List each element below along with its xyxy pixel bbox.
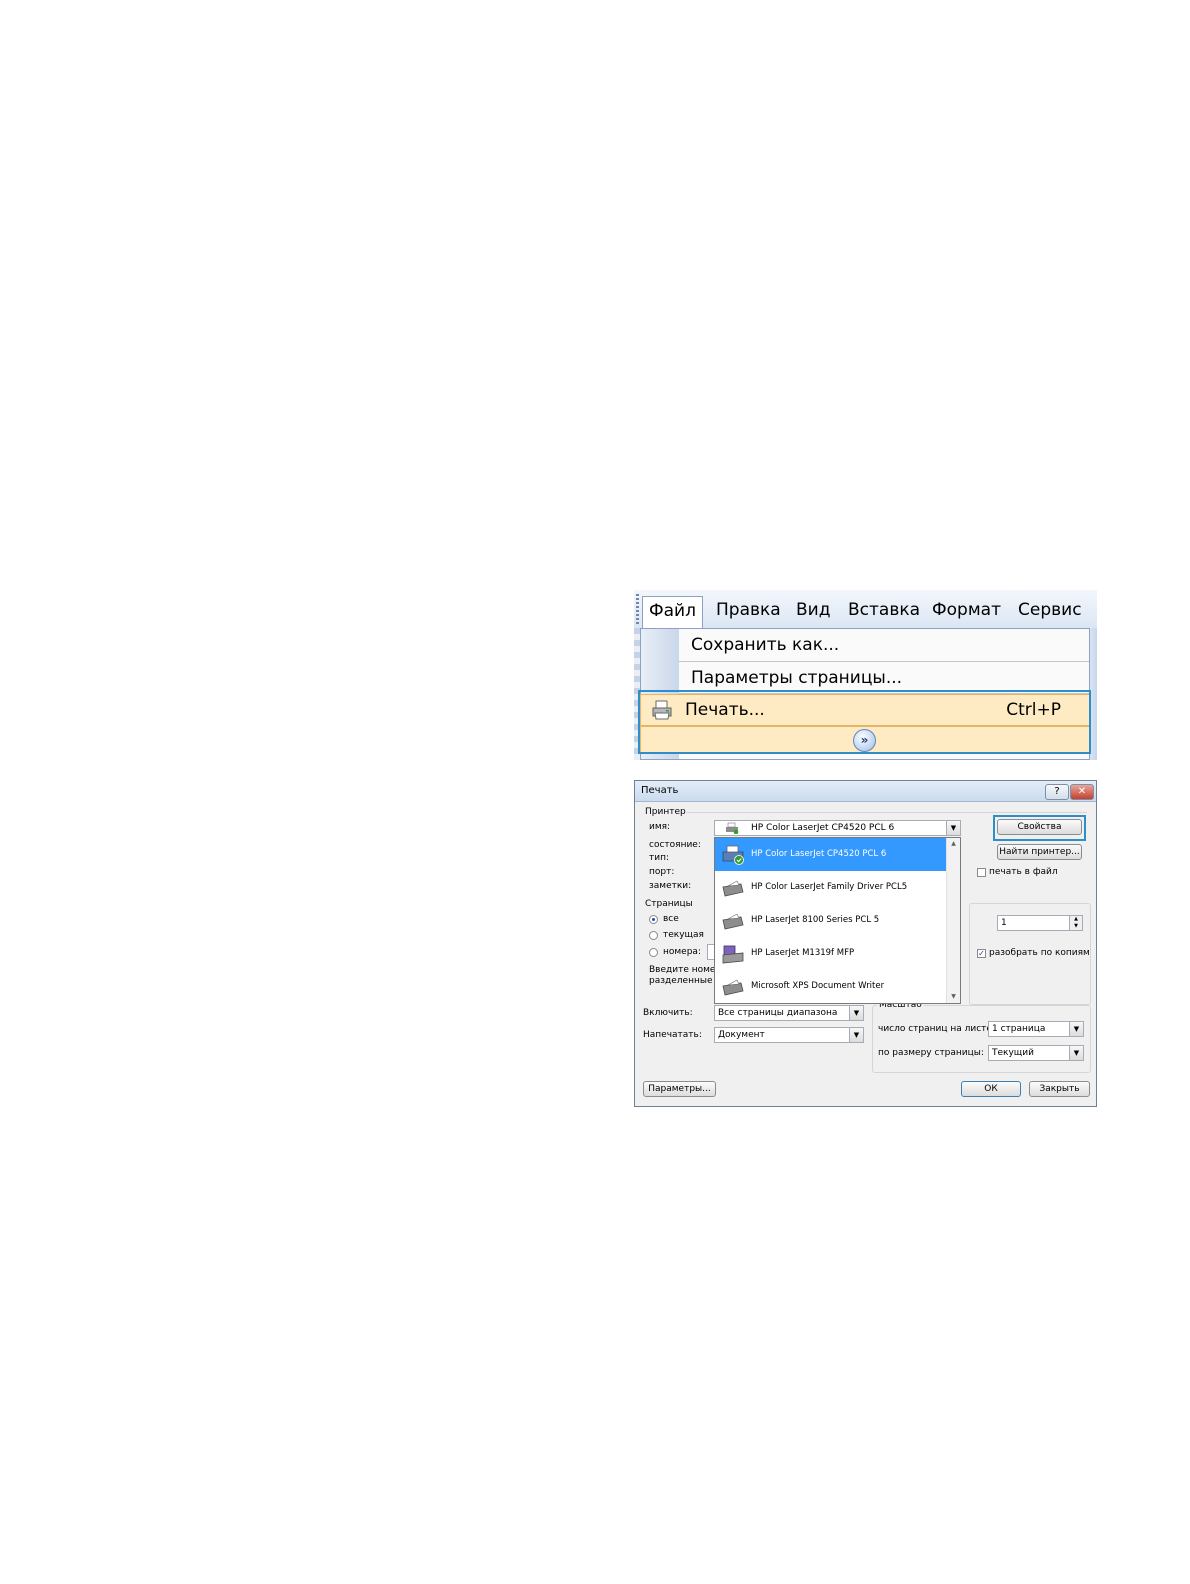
- mfp-printer-icon: [722, 945, 744, 964]
- menu-file[interactable]: Файл: [642, 596, 703, 629]
- printer-list-item[interactable]: HP Color LaserJet Family Driver PCL5: [715, 871, 947, 904]
- word-file-menu-screenshot: Файл Правка Вид Вставка Формат Сервис Со…: [634, 590, 1097, 760]
- pages-per-sheet-value: 1 страница: [992, 1024, 1046, 1034]
- menu-format[interactable]: Формат: [926, 596, 1007, 624]
- printer-list-scrollbar[interactable]: ▲ ▼: [946, 838, 960, 1003]
- zoom-group: [872, 1005, 1091, 1073]
- print-what-select[interactable]: Документ ▼: [714, 1027, 864, 1043]
- scale-to-paper-select[interactable]: Текущий ▼: [988, 1045, 1084, 1061]
- menu-edit[interactable]: Правка: [710, 596, 787, 624]
- chevron-down-icon[interactable]: ▼: [1069, 1046, 1083, 1060]
- printer-list-item[interactable]: HP LaserJet 8100 Series PCL 5: [715, 904, 947, 937]
- printer-icon: [722, 979, 744, 996]
- options-button[interactable]: Параметры...: [643, 1081, 716, 1097]
- range-hint-line1: Введите номер: [649, 965, 722, 975]
- scroll-down-icon[interactable]: ▼: [947, 991, 960, 1003]
- print-dialog: Печать ? ✕ Принтер имя: HP Color LaserJe…: [634, 780, 1097, 1107]
- printer-list-item-label: Microsoft XPS Document Writer: [751, 981, 885, 991]
- print-highlight-callout: [638, 690, 1091, 754]
- find-printer-button[interactable]: Найти принтер...: [997, 844, 1082, 860]
- range-all-label: все: [663, 914, 679, 924]
- include-label: Включить:: [643, 1008, 693, 1018]
- close-button[interactable]: Закрыть: [1029, 1081, 1090, 1097]
- dialog-titlebar: Печать ? ✕: [635, 781, 1096, 802]
- menu-item-save-as[interactable]: Сохранить как...: [691, 629, 839, 661]
- include-value: Все страницы диапазона: [718, 1008, 838, 1018]
- chevron-down-icon[interactable]: ▼: [849, 1028, 863, 1042]
- range-all-radio[interactable]: [649, 915, 658, 924]
- scale-to-paper-value: Текущий: [992, 1048, 1034, 1058]
- properties-highlight-callout: [993, 815, 1086, 841]
- print-to-file-checkbox[interactable]: [977, 868, 986, 877]
- printer-icon: [726, 822, 739, 834]
- printer-list-item[interactable]: HP LaserJet M1319f MFP: [715, 937, 947, 970]
- printer-list-item-label: HP LaserJet M1319f MFP: [751, 948, 855, 958]
- printer-dropdown-list: HP Color LaserJet CP4520 PCL 6 HP Color …: [714, 837, 961, 1004]
- dialog-title: Печать: [641, 785, 679, 796]
- printer-icon: [722, 880, 744, 897]
- pages-per-sheet-label: число страниц на листе:: [878, 1024, 995, 1034]
- print-what-value: Документ: [718, 1030, 765, 1040]
- printer-name-value: HP Color LaserJet CP4520 PCL 6: [751, 823, 895, 833]
- chevron-down-icon[interactable]: ▼: [1069, 1022, 1083, 1036]
- chevron-down-icon[interactable]: ▼: [946, 821, 960, 835]
- collate-label: разобрать по копиям: [989, 948, 1090, 958]
- menu-bar: Файл Правка Вид Вставка Формат Сервис: [634, 590, 1097, 629]
- printer-name-select[interactable]: HP Color LaserJet CP4520 PCL 6 ▼: [714, 820, 961, 836]
- menu-insert[interactable]: Вставка: [842, 596, 926, 624]
- range-pages-radio[interactable]: [649, 948, 658, 957]
- chevron-down-icon[interactable]: ▼: [849, 1006, 863, 1020]
- range-current-label: текущая: [663, 930, 704, 940]
- scroll-up-icon[interactable]: ▲: [947, 838, 960, 850]
- printer-list-item[interactable]: Microsoft XPS Document Writer: [715, 970, 947, 1003]
- group-divider: [687, 812, 1087, 813]
- ok-button[interactable]: ОК: [961, 1081, 1021, 1097]
- printer-list-item-label: HP Color LaserJet Family Driver PCL5: [751, 882, 908, 892]
- printer-icon: [722, 845, 744, 865]
- range-current-radio[interactable]: [649, 931, 658, 940]
- port-label: порт:: [649, 867, 675, 877]
- printer-icon: [722, 913, 744, 930]
- close-icon[interactable]: ✕: [1070, 784, 1094, 800]
- menu-view[interactable]: Вид: [790, 596, 836, 624]
- printer-list-item-label: HP Color LaserJet CP4520 PCL 6: [751, 849, 887, 859]
- print-what-label: Напечатать:: [643, 1030, 702, 1040]
- pages-group-label: Страницы: [645, 899, 693, 909]
- status-label: состояние:: [649, 840, 701, 850]
- notes-label: заметки:: [649, 881, 692, 891]
- print-to-file-label: печать в файл: [989, 867, 1058, 877]
- menu-tools[interactable]: Сервис: [1012, 596, 1088, 624]
- collate-checkbox[interactable]: ✓: [977, 949, 986, 958]
- range-pages-label: номера:: [663, 947, 701, 957]
- printer-list-item-label: HP LaserJet 8100 Series PCL 5: [751, 915, 880, 925]
- help-button[interactable]: ?: [1045, 784, 1069, 800]
- copies-input[interactable]: 1 ▲ ▼: [997, 915, 1083, 931]
- printer-group-label: Принтер: [645, 807, 686, 817]
- range-hint-line2: разделенные з: [649, 976, 721, 986]
- printer-name-label: имя:: [649, 822, 671, 832]
- printer-list-item[interactable]: HP Color LaserJet CP4520 PCL 6: [715, 838, 947, 871]
- scale-to-paper-label: по размеру страницы:: [878, 1048, 984, 1058]
- type-label: тип:: [649, 853, 670, 863]
- include-select[interactable]: Все страницы диапазона ▼: [714, 1005, 864, 1021]
- copies-spinner[interactable]: ▲ ▼: [1069, 916, 1082, 930]
- pages-per-sheet-select[interactable]: 1 страница ▼: [988, 1021, 1084, 1037]
- copies-value: 1: [1001, 918, 1007, 928]
- toolbar-grip: [636, 594, 639, 624]
